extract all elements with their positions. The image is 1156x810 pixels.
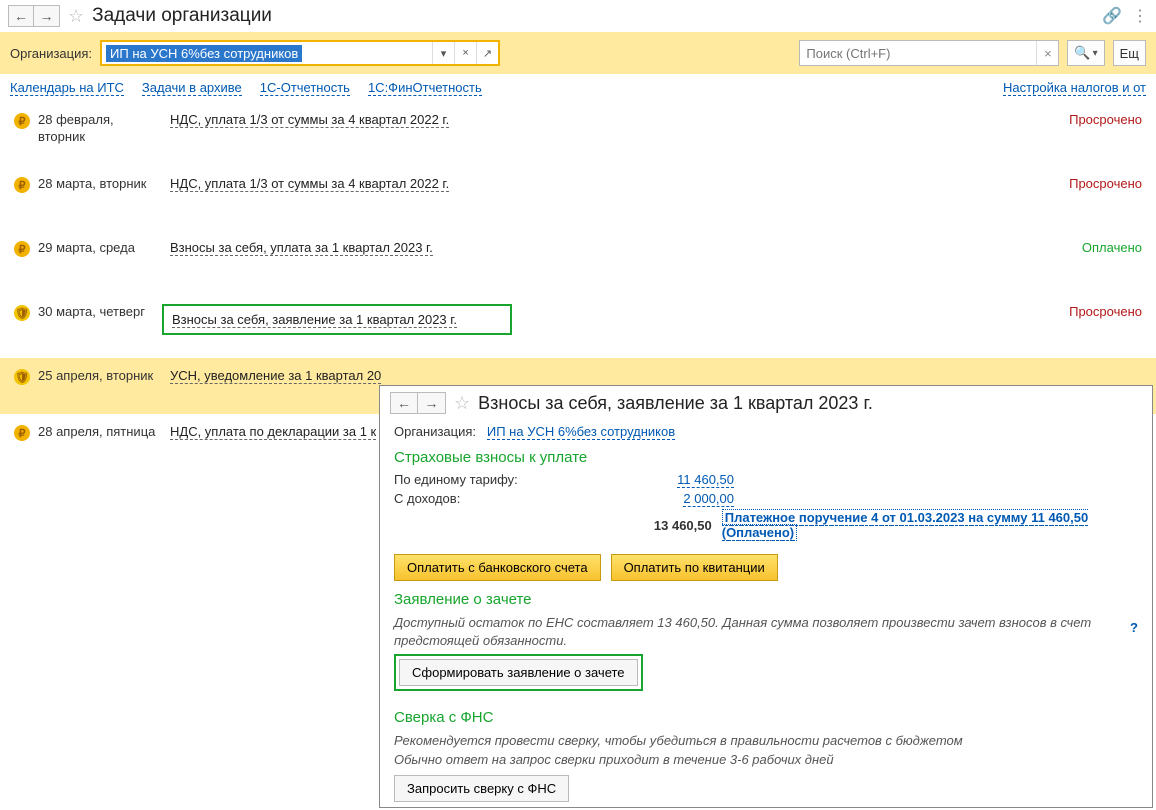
ruble-icon: ₽ xyxy=(14,425,30,441)
income-amount-link[interactable]: 2 000,00 xyxy=(683,491,734,507)
fns-hint-1: Рекомендуется провести сверку, чтобы убе… xyxy=(394,732,1138,750)
detail-title: Взносы за себя, заявление за 1 квартал 2… xyxy=(478,393,873,414)
detail-org-line: Организация: ИП на УСН 6%без сотрудников xyxy=(394,424,1138,439)
pay-bank-button[interactable]: Оплатить с банковского счета xyxy=(394,554,601,581)
link-icon[interactable]: 🔗 xyxy=(1102,6,1122,26)
task-date: 28 марта, вторник xyxy=(30,176,170,193)
org-open-button[interactable]: ↗ xyxy=(476,42,498,64)
task-status: Оплачено xyxy=(1026,240,1146,255)
page-title: Задачи организации xyxy=(92,5,272,27)
request-fns-button[interactable]: Запросить сверку с ФНС xyxy=(394,775,569,802)
search-button[interactable]: 🔍 ▾ xyxy=(1067,40,1104,66)
ruble-icon: ₽ xyxy=(14,177,30,193)
nav-back-button[interactable]: ← xyxy=(8,5,34,27)
detail-panel: ← → ☆ Взносы за себя, заявление за 1 ква… xyxy=(379,385,1153,808)
shield-icon: 🛡 xyxy=(14,305,30,321)
task-row[interactable]: ₽ 29 марта, среда Взносы за себя, уплата… xyxy=(0,230,1156,294)
detail-forward-button[interactable]: → xyxy=(418,392,446,414)
unified-label: По единому тарифу: xyxy=(394,472,654,487)
section-offset: Заявление о зачете xyxy=(394,591,1138,608)
detail-org-link[interactable]: ИП на УСН 6%без сотрудников xyxy=(487,424,675,440)
detail-header: ← → ☆ Взносы за себя, заявление за 1 ква… xyxy=(380,386,1152,420)
org-label: Организация: xyxy=(10,46,92,61)
link-1c-otchetnost[interactable]: 1С-Отчетность xyxy=(260,80,350,96)
task-link[interactable]: Взносы за себя, уплата за 1 квартал 2023… xyxy=(170,240,433,256)
task-link[interactable]: УСН, уведомление за 1 квартал 20 xyxy=(170,368,381,384)
link-archive[interactable]: Задачи в архиве xyxy=(142,80,242,96)
org-toolbar: Организация: ИП на УСН 6%без сотрудников… xyxy=(0,32,1156,74)
task-status: Просрочено xyxy=(1026,304,1146,319)
row-income: С доходов: 2 000,00 xyxy=(394,491,1138,506)
detail-favorite-icon[interactable]: ☆ xyxy=(454,393,470,414)
chevron-down-icon: ▾ xyxy=(1093,48,1098,59)
ruble-icon: ₽ xyxy=(14,113,30,129)
form-offset-button[interactable]: Сформировать заявление о зачете xyxy=(399,659,638,686)
shield-icon: 🛡 xyxy=(14,369,30,385)
quick-links: Календарь на ИТС Задачи в архиве 1С-Отче… xyxy=(0,74,1156,102)
task-title: НДС, уплата 1/3 от суммы за 4 квартал 20… xyxy=(170,112,1026,127)
payment-order-link[interactable]: Платежное поручение 4 от 01.03.2023 на с… xyxy=(722,510,1088,541)
magnifier-icon: 🔍 xyxy=(1074,45,1090,61)
task-date: 29 марта, среда xyxy=(30,240,170,257)
section-fns: Сверка с ФНС xyxy=(394,709,1138,726)
offset-hint: Доступный остаток по ЕНС составляет 13 4… xyxy=(394,614,1138,650)
page-header: ← → ☆ Задачи организации 🔗 ⋮ xyxy=(0,0,1156,32)
task-title: УСН, уведомление за 1 квартал 20 xyxy=(170,368,1026,383)
fns-hint-2: Обычно ответ на запрос сверки приходит в… xyxy=(394,751,1138,769)
income-label: С доходов: xyxy=(394,491,654,506)
favorite-star-icon[interactable]: ☆ xyxy=(68,6,84,27)
task-link[interactable]: НДС, уплата по декларации за 1 к xyxy=(170,424,376,440)
org-dropdown-button[interactable]: ▾ xyxy=(432,42,454,64)
task-row[interactable]: ₽ 28 февраля,вторник НДС, уплата 1/3 от … xyxy=(0,102,1156,166)
org-combo[interactable]: ИП на УСН 6%без сотрудников ▾ × ↗ xyxy=(100,40,500,66)
row-total: 13 460,50 Платежное поручение 4 от 01.03… xyxy=(394,510,1138,540)
search-field[interactable]: × xyxy=(799,40,1059,66)
kebab-menu-icon[interactable]: ⋮ xyxy=(1132,6,1148,26)
task-title: Взносы за себя, уплата за 1 квартал 2023… xyxy=(170,240,1026,255)
section-contributions: Страховые взносы к уплате xyxy=(394,449,1138,466)
task-status: Просрочено xyxy=(1026,176,1146,191)
detail-org-label: Организация: xyxy=(394,424,476,439)
task-link[interactable]: НДС, уплата 1/3 от суммы за 4 квартал 20… xyxy=(170,112,449,128)
search-clear-button[interactable]: × xyxy=(1036,41,1058,65)
unified-amount-link[interactable]: 11 460,50 xyxy=(677,472,734,488)
link-1c-finotchetnost[interactable]: 1С:ФинОтчетность xyxy=(368,80,482,96)
search-input[interactable] xyxy=(800,46,1036,61)
pay-receipt-button[interactable]: Оплатить по квитанции xyxy=(611,554,778,581)
link-tax-settings[interactable]: Настройка налогов и от xyxy=(1003,80,1146,96)
row-unified-tariff: По единому тарифу: 11 460,50 xyxy=(394,472,1138,487)
link-its-calendar[interactable]: Календарь на ИТС xyxy=(10,80,124,96)
task-row[interactable]: ₽ 28 марта, вторник НДС, уплата 1/3 от с… xyxy=(0,166,1156,230)
highlight-box: Взносы за себя, заявление за 1 квартал 2… xyxy=(162,304,512,335)
task-status: Просрочено xyxy=(1026,112,1146,127)
detail-back-button[interactable]: ← xyxy=(390,392,418,414)
task-link[interactable]: Взносы за себя, заявление за 1 квартал 2… xyxy=(172,312,457,328)
form-offset-highlight: Сформировать заявление о зачете xyxy=(394,654,643,691)
nav-forward-button[interactable]: → xyxy=(34,5,60,27)
more-button[interactable]: Ещ xyxy=(1113,40,1146,66)
task-link[interactable]: НДС, уплата 1/3 от суммы за 4 квартал 20… xyxy=(170,176,449,192)
task-date: 25 апреля, вторник xyxy=(30,368,170,385)
payment-order-box: Платежное поручение 4 от 01.03.2023 на с… xyxy=(722,509,1088,541)
task-date: 30 марта, четверг xyxy=(30,304,170,321)
task-date: 28 февраля,вторник xyxy=(30,112,170,146)
total-amount: 13 460,50 xyxy=(637,518,712,533)
task-row[interactable]: 🛡 30 марта, четверг Взносы за себя, заяв… xyxy=(0,294,1156,358)
org-clear-button[interactable]: × xyxy=(454,42,476,64)
task-title: НДС, уплата 1/3 от суммы за 4 квартал 20… xyxy=(170,176,1026,191)
task-title: Взносы за себя, заявление за 1 квартал 2… xyxy=(170,304,1026,335)
org-value: ИП на УСН 6%без сотрудников xyxy=(106,45,302,62)
help-icon[interactable]: ? xyxy=(1130,620,1138,635)
task-date: 28 апреля, пятница xyxy=(30,424,170,441)
ruble-icon: ₽ xyxy=(14,241,30,257)
